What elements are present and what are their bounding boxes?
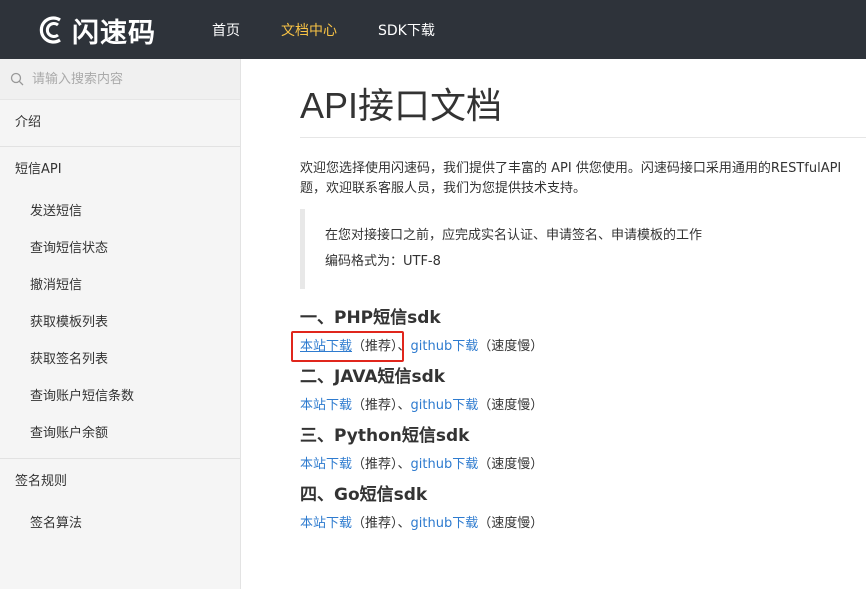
php-github-note: （速度慢） <box>478 339 544 354</box>
python-local-note: （推荐） <box>352 457 398 472</box>
search-input[interactable] <box>30 70 234 88</box>
java-github-download-link[interactable]: github下载 <box>411 398 479 413</box>
nav-home[interactable]: 首页 <box>212 20 240 40</box>
sidebar-heading-sms-api[interactable]: 短信API <box>0 147 240 193</box>
logo-text: 闪速码 <box>72 17 156 49</box>
sdk-heading-java: 二、JAVA短信sdk <box>300 367 446 387</box>
sdk-section-go: 四、Go短信sdk 本站下载（推荐）、github下载（速度慢） <box>300 484 866 534</box>
top-navbar: 闪速码 首页 文档中心 SDK下载 <box>0 0 866 59</box>
sidebar-item-template-list[interactable]: 获取模板列表 <box>0 304 240 341</box>
sidebar-item-signature-list[interactable]: 获取签名列表 <box>0 341 240 378</box>
sidebar-section-sign-rules: 签名规则 签名算法 <box>0 459 240 542</box>
logo[interactable]: 闪速码 <box>38 14 156 49</box>
highlight-annotation-box <box>291 331 404 362</box>
java-separator: 、 <box>397 398 411 413</box>
sidebar-item-query-sms-status[interactable]: 查询短信状态 <box>0 230 240 267</box>
sidebar-item-intro[interactable]: 介绍 <box>0 100 240 146</box>
python-separator: 、 <box>397 457 411 472</box>
nav-docs[interactable]: 文档中心 <box>281 20 337 40</box>
sidebar-search <box>0 59 240 100</box>
notice-line-2: 编码格式为：UTF-8 <box>325 254 441 269</box>
sdk-heading-go: 四、Go短信sdk <box>300 485 428 505</box>
sidebar-item-send-sms[interactable]: 发送短信 <box>0 193 240 230</box>
sdk-links-java: 本站下载（推荐）、github下载（速度慢） <box>300 396 866 416</box>
sdk-section-java: 二、JAVA短信sdk 本站下载（推荐）、github下载（速度慢） <box>300 366 866 416</box>
sdk-links-python: 本站下载（推荐）、github下载（速度慢） <box>300 455 866 475</box>
python-github-download-link[interactable]: github下载 <box>411 457 479 472</box>
logo-icon <box>39 16 61 44</box>
go-github-download-link[interactable]: github下载 <box>411 516 479 531</box>
nav-sdk-download[interactable]: SDK下载 <box>378 20 435 40</box>
notice-line-1: 在您对接接口之前，应完成实名认证、申请签名、申请模板的工作 <box>325 228 703 243</box>
go-github-note: （速度慢） <box>478 516 544 531</box>
sidebar-section-intro: 介绍 <box>0 100 240 147</box>
sdk-heading-python: 三、Python短信sdk <box>300 426 470 446</box>
sidebar-item-account-sms-count[interactable]: 查询账户短信条数 <box>0 378 240 415</box>
sidebar-heading-sign-rules[interactable]: 签名规则 <box>0 459 240 505</box>
intro-text: 欢迎您选择使用闪速码，我们提供了丰富的 API 供您使用。闪速码接口采用通用的R… <box>300 159 866 199</box>
sidebar: 介绍 短信API 发送短信 查询短信状态 撤消短信 获取模板列表 获取签名列表 … <box>0 59 241 589</box>
java-local-download-link[interactable]: 本站下载 <box>300 398 352 413</box>
sdk-heading-php: 一、PHP短信sdk <box>300 308 441 328</box>
main-nav: 首页 文档中心 SDK下载 <box>212 0 476 59</box>
notice-block: 在您对接接口之前，应完成实名认证、申请签名、申请模板的工作 编码格式为：UTF-… <box>300 209 866 289</box>
sidebar-section-sms-api: 短信API 发送短信 查询短信状态 撤消短信 获取模板列表 获取签名列表 查询账… <box>0 147 240 459</box>
php-github-download-link[interactable]: github下载 <box>411 339 479 354</box>
sidebar-item-sign-algorithm[interactable]: 签名算法 <box>0 505 240 542</box>
title-divider <box>300 137 866 138</box>
java-local-note: （推荐） <box>352 398 398 413</box>
sdk-section-python: 三、Python短信sdk 本站下载（推荐）、github下载（速度慢） <box>300 425 866 475</box>
page-title: API接口文档 <box>300 85 503 126</box>
sidebar-item-revoke-sms[interactable]: 撤消短信 <box>0 267 240 304</box>
go-local-note: （推荐） <box>352 516 398 531</box>
java-github-note: （速度慢） <box>478 398 544 413</box>
go-local-download-link[interactable]: 本站下载 <box>300 516 352 531</box>
sidebar-item-account-balance[interactable]: 查询账户余额 <box>0 415 240 452</box>
intro-line-1: 欢迎您选择使用闪速码，我们提供了丰富的 API 供您使用。闪速码接口采用通用的R… <box>300 161 842 176</box>
python-local-download-link[interactable]: 本站下载 <box>300 457 352 472</box>
sdk-links-go: 本站下载（推荐）、github下载（速度慢） <box>300 514 866 534</box>
python-github-note: （速度慢） <box>478 457 544 472</box>
go-separator: 、 <box>397 516 411 531</box>
search-icon <box>10 72 24 86</box>
intro-line-2: 题，欢迎联系客服人员，我们为您提供技术支持。 <box>300 181 587 196</box>
